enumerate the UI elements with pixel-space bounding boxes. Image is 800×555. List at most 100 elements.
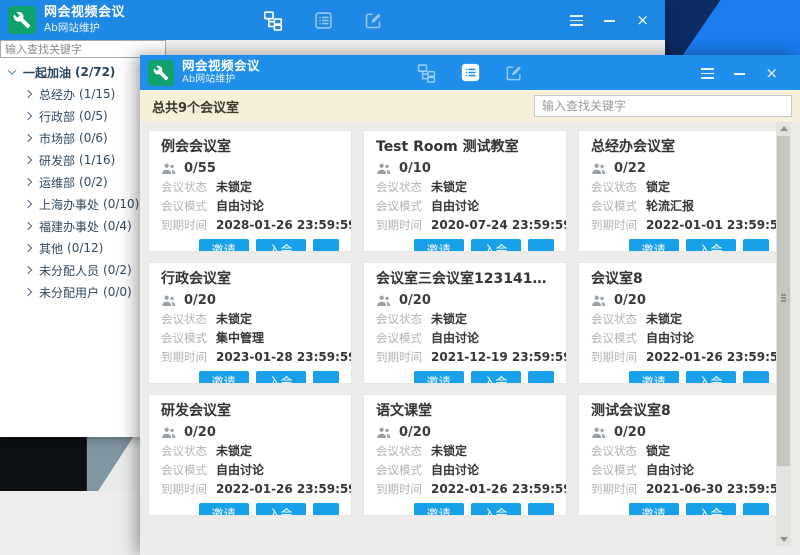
invite-button[interactable]: 邀请 <box>629 503 679 516</box>
expire-label: 到期时间 <box>591 349 646 365</box>
tree-item-label: 研发部 <box>39 152 75 169</box>
mode-value: 集中管理 <box>216 329 264 346</box>
more-button[interactable]: ... <box>528 503 554 516</box>
tree-item-count: (0/5) <box>79 109 108 123</box>
chevron-down-icon <box>8 66 16 74</box>
meeting-room-card: 研发会议室 0/20 会议状态 未锁定 会议模式 自由讨论 到期时间 <box>148 394 352 516</box>
invite-button[interactable]: 邀请 <box>414 239 464 252</box>
org-chart-icon[interactable] <box>416 62 437 83</box>
status-label: 会议状态 <box>161 443 216 459</box>
invite-button[interactable]: 邀请 <box>629 371 679 384</box>
mode-label: 会议模式 <box>376 198 431 214</box>
status-value: 锁定 <box>646 442 670 459</box>
wrench-icon <box>148 60 174 86</box>
invite-button[interactable]: 邀请 <box>629 239 679 252</box>
scrollbar-grip <box>781 294 786 296</box>
join-button[interactable]: 入会 <box>686 503 736 516</box>
tree-item-label: 市场部 <box>39 130 75 147</box>
tree-item-label: 福建办事处 <box>39 218 99 235</box>
rooms-search-input[interactable] <box>534 95 792 117</box>
invite-button[interactable]: 邀请 <box>414 503 464 516</box>
tree-item-count: (2/72) <box>75 65 115 79</box>
more-button[interactable]: ... <box>743 239 769 252</box>
room-occupancy: 0/20 <box>399 425 431 440</box>
join-button[interactable]: 入会 <box>471 239 521 252</box>
expire-value: 2021-06-30 23:59:59 <box>646 482 782 496</box>
expire-label: 到期时间 <box>376 217 431 233</box>
tree-item-count: (1/15) <box>79 87 115 101</box>
rooms-grid-area: 例会会议室 0/55 会议状态 未锁定 会议模式 自由讨论 到期时间 <box>140 122 800 516</box>
join-button[interactable]: 入会 <box>686 371 736 384</box>
invite-button[interactable]: 邀请 <box>199 371 249 384</box>
status-value: 未锁定 <box>216 442 252 459</box>
close-button[interactable]: × <box>636 13 649 28</box>
tree-item-label: 其他 <box>39 240 63 257</box>
join-button[interactable]: 入会 <box>686 239 736 252</box>
status-value: 未锁定 <box>216 310 252 327</box>
app-subtitle: Ab网站维护 <box>182 74 260 87</box>
scrollbar-thumb[interactable] <box>777 136 790 466</box>
tree-item-count: (0/0) <box>103 285 132 299</box>
close-button[interactable]: × <box>765 66 778 81</box>
tree-item-label: 未分配用户 <box>39 284 99 301</box>
expire-label: 到期时间 <box>591 217 646 233</box>
vertical-scrollbar[interactable] <box>776 122 791 546</box>
people-icon <box>591 294 607 307</box>
mode-label: 会议模式 <box>591 198 646 214</box>
more-button[interactable]: ... <box>313 371 339 384</box>
join-button[interactable]: 入会 <box>471 503 521 516</box>
people-icon <box>161 294 177 307</box>
invite-button[interactable]: 邀请 <box>199 239 249 252</box>
status-label: 会议状态 <box>376 443 431 459</box>
more-button[interactable]: ... <box>743 503 769 516</box>
invite-button[interactable]: 邀请 <box>199 503 249 516</box>
join-button[interactable]: 入会 <box>256 503 306 516</box>
meeting-room-card: 总经办会议室 0/22 会议状态 锁定 会议模式 轮流汇报 到期时间 <box>578 130 782 252</box>
menu-button[interactable] <box>701 66 714 80</box>
scroll-up-arrow-icon[interactable] <box>776 122 791 135</box>
chevron-right-icon <box>24 222 32 230</box>
meeting-room-card: Test Room 测试教室 0/10 会议状态 未锁定 会议模式 自由讨论 <box>363 130 567 252</box>
menu-button[interactable] <box>570 13 583 27</box>
invite-button[interactable]: 邀请 <box>414 371 464 384</box>
scroll-down-arrow-icon[interactable] <box>776 533 791 546</box>
tree-item-count: (0/10) <box>103 197 139 211</box>
join-button[interactable]: 入会 <box>256 371 306 384</box>
edit-icon[interactable] <box>363 10 384 31</box>
mode-value: 轮流汇报 <box>646 197 694 214</box>
more-button[interactable]: ... <box>528 371 554 384</box>
edit-icon[interactable] <box>504 63 524 83</box>
more-button[interactable]: ... <box>313 239 339 252</box>
minimize-button[interactable] <box>604 20 615 22</box>
list-icon[interactable] <box>313 10 334 31</box>
more-button[interactable]: ... <box>743 371 769 384</box>
meeting-room-card: 例会会议室 0/55 会议状态 未锁定 会议模式 自由讨论 到期时间 <box>148 130 352 252</box>
expire-label: 到期时间 <box>161 481 216 497</box>
more-button[interactable]: ... <box>528 239 554 252</box>
room-occupancy: 0/10 <box>399 161 431 176</box>
tree-item-count: (0/2) <box>103 263 132 277</box>
room-name: 语文课堂 <box>376 402 554 420</box>
meeting-room-card: 行政会议室 0/20 会议状态 未锁定 会议模式 集中管理 到期时间 <box>148 262 352 384</box>
expire-label: 到期时间 <box>161 217 216 233</box>
people-icon <box>591 426 607 439</box>
tree-item-count: (0/4) <box>103 219 132 233</box>
status-value: 未锁定 <box>431 178 467 195</box>
mode-value: 自由讨论 <box>216 197 264 214</box>
app-subtitle: Ab网站维护 <box>44 22 125 35</box>
room-occupancy: 0/20 <box>184 293 216 308</box>
chevron-right-icon <box>24 178 32 186</box>
minimize-button[interactable] <box>734 73 745 75</box>
people-icon <box>376 426 392 439</box>
mode-value: 自由讨论 <box>646 461 694 478</box>
more-button[interactable]: ... <box>313 503 339 516</box>
people-icon <box>161 426 177 439</box>
org-chart-icon[interactable] <box>262 9 284 31</box>
room-name: Test Room 测试教室 <box>376 138 554 156</box>
join-button[interactable]: 入会 <box>256 239 306 252</box>
chevron-right-icon <box>24 156 32 164</box>
join-button[interactable]: 入会 <box>471 371 521 384</box>
list-icon[interactable] <box>460 62 481 83</box>
mode-label: 会议模式 <box>376 330 431 346</box>
mode-value: 自由讨论 <box>431 461 479 478</box>
